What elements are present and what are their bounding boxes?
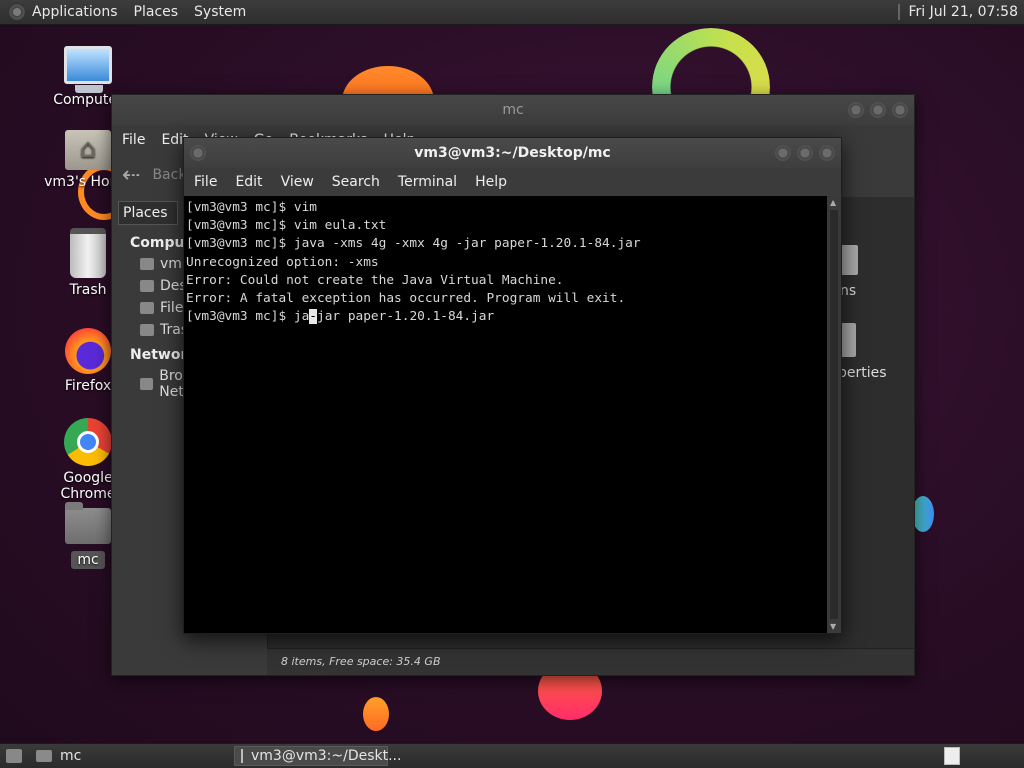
folder-icon <box>65 502 111 544</box>
window-title: vm3@vm3:~/Desktop/mc <box>414 145 611 161</box>
network-icon <box>140 378 154 390</box>
desktop-icon-label: mc <box>71 551 105 569</box>
menu-edit[interactable]: Edit <box>235 174 262 190</box>
back-button[interactable]: Back <box>152 167 186 183</box>
input-text: jar paper-1.20.1-84.jar <box>317 309 495 325</box>
terminal-scrollbar[interactable]: ▲ ▼ <box>827 196 841 633</box>
drive-icon <box>140 302 154 314</box>
minimize-button[interactable] <box>848 102 864 118</box>
maximize-button[interactable] <box>797 145 813 161</box>
terminal-line: [vm3@vm3 mc]$ vim <box>186 200 317 215</box>
distro-logo-icon[interactable] <box>8 3 26 21</box>
terminal-line: [vm3@vm3 mc]$ vim eula.txt <box>186 218 387 234</box>
scroll-up-icon[interactable]: ▲ <box>830 198 836 207</box>
trash-icon <box>70 228 106 278</box>
terminal-icon <box>241 749 243 763</box>
menu-file[interactable]: File <box>194 174 217 190</box>
window-title: mc <box>502 102 524 118</box>
terminal-input-line[interactable]: [vm3@vm3 mc]$ ja-jar paper-1.20.1-84.jar <box>186 308 825 326</box>
minimize-button[interactable] <box>775 145 791 161</box>
maximize-button[interactable] <box>870 102 886 118</box>
home-folder-icon <box>65 130 111 170</box>
file-manager-titlebar[interactable]: mc <box>112 95 914 125</box>
menu-search[interactable]: Search <box>332 174 380 190</box>
clock[interactable]: Fri Jul 21, 07:58 <box>898 4 1024 20</box>
file-item[interactable]: perties <box>838 323 887 381</box>
file-item[interactable]: ns <box>840 245 858 299</box>
terminal-output[interactable]: [vm3@vm3 mc]$ vim [vm3@vm3 mc]$ vim eula.… <box>184 196 827 633</box>
computer-icon <box>64 46 112 93</box>
home-icon <box>140 258 154 270</box>
window-menu-button[interactable] <box>190 145 206 161</box>
close-button[interactable] <box>892 102 908 118</box>
terminal-line: Error: A fatal exception has occurred. P… <box>186 291 626 307</box>
menu-help[interactable]: Help <box>475 174 507 190</box>
applications-menu[interactable]: Applications <box>32 4 118 20</box>
workspace-switcher-icon[interactable] <box>944 747 960 765</box>
file-item-label: perties <box>838 365 887 381</box>
terminal-window: vm3@vm3:~/Desktop/mc File Edit View Sear… <box>183 137 842 634</box>
chrome-icon <box>64 418 112 466</box>
menu-view[interactable]: View <box>281 174 314 190</box>
file-item-label: ns <box>840 283 857 299</box>
terminal-line: Error: Could not create the Java Virtual… <box>186 272 564 288</box>
menu-terminal[interactable]: Terminal <box>398 174 457 190</box>
menu-file[interactable]: File <box>122 132 145 148</box>
taskbar-item-label: mc <box>60 748 82 764</box>
scrollbar-track[interactable] <box>830 210 838 619</box>
desktop-icon <box>140 280 154 292</box>
places-selector[interactable]: Places <box>118 201 178 225</box>
trash-icon <box>140 324 154 336</box>
top-panel: Applications Places System Fri Jul 21, 0… <box>0 0 1024 25</box>
system-menu[interactable]: System <box>194 4 246 20</box>
status-bar: 8 items, Free space: 35.4 GB <box>267 648 914 675</box>
taskbar-item-mc[interactable]: mc <box>36 748 196 764</box>
taskbar-item-terminal[interactable]: vm3@vm3:~/Deskt... <box>234 746 401 766</box>
folder-icon <box>36 750 52 762</box>
show-desktop-icon[interactable] <box>6 749 22 763</box>
places-menu[interactable]: Places <box>134 4 179 20</box>
terminal-titlebar[interactable]: vm3@vm3:~/Desktop/mc <box>184 138 841 168</box>
taskbar-item-label: vm3@vm3:~/Deskt... <box>251 748 402 764</box>
terminal-line: [vm3@vm3 mc]$ java -xms 4g -xmx 4g -jar … <box>186 236 641 252</box>
input-text: [vm3@vm3 mc]$ ja <box>186 309 310 325</box>
terminal-line: Unrecognized option: -xms <box>186 254 379 270</box>
text-cursor: - <box>309 309 317 325</box>
scroll-down-icon[interactable]: ▼ <box>830 622 836 631</box>
firefox-icon <box>65 328 111 374</box>
folder-icon <box>840 245 858 275</box>
wallpaper-shape <box>363 697 389 731</box>
back-arrow-icon[interactable]: ⇠ <box>122 163 140 188</box>
close-button[interactable] <box>819 145 835 161</box>
wallpaper-shape <box>912 496 934 532</box>
terminal-menubar: File Edit View Search Terminal Help <box>184 168 841 196</box>
bottom-panel: mc vm3@vm3:~/Deskt... <box>0 743 1024 768</box>
